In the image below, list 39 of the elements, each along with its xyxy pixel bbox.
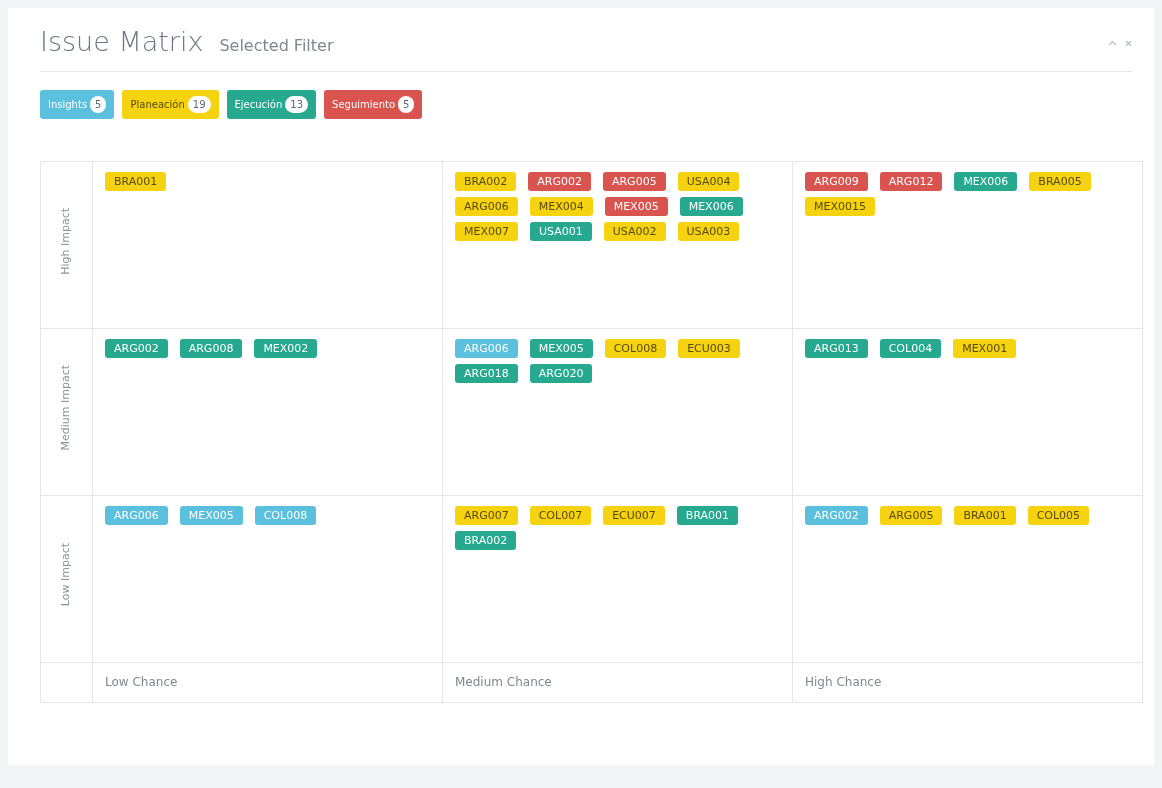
panel-title: Issue Matrix xyxy=(40,25,204,59)
issue-tag[interactable]: ARG007 xyxy=(455,505,518,525)
issue-tag[interactable]: MEX005 xyxy=(604,196,668,216)
column-label: Medium Chance xyxy=(442,662,793,702)
issue-tag[interactable]: ARG005 xyxy=(602,171,666,191)
issue-tag[interactable]: MEX001 xyxy=(953,338,1017,358)
issue-tag[interactable]: BRA002 xyxy=(455,171,517,191)
row-header: High Impact xyxy=(40,161,93,328)
close-icon[interactable] xyxy=(1125,39,1132,47)
column-label: Low Chance xyxy=(92,662,443,702)
filter-button[interactable]: Seguimiento 5 xyxy=(324,89,423,119)
issue-tag[interactable]: MEX007 xyxy=(455,221,518,242)
issue-tag[interactable]: COL007 xyxy=(529,505,592,525)
collapse-icon[interactable] xyxy=(1108,39,1117,46)
issue-tag[interactable]: BRA001 xyxy=(954,505,1016,525)
issue-tag[interactable]: ARG012 xyxy=(879,171,943,191)
filter-button[interactable]: Planeación 19 xyxy=(122,89,219,119)
issue-tag[interactable]: USA003 xyxy=(677,221,740,242)
filter-button[interactable]: Insights 5 xyxy=(40,89,115,119)
issue-tag[interactable]: ECU003 xyxy=(678,338,740,358)
issue-tag[interactable]: ARG009 xyxy=(805,171,868,191)
issue-tag[interactable]: ARG006 xyxy=(455,196,518,216)
issue-tag[interactable]: ECU007 xyxy=(603,505,665,525)
issue-tag[interactable]: MEX0015 xyxy=(805,196,875,216)
corner-cell xyxy=(40,662,93,702)
issue-tag[interactable]: BRA001 xyxy=(105,171,167,191)
filter-button[interactable]: Ejecución 13 xyxy=(226,89,317,119)
column-label: High Chance xyxy=(792,662,1143,702)
issue-tag[interactable]: BRA005 xyxy=(1029,171,1091,191)
issue-tag[interactable]: MEX004 xyxy=(529,196,593,216)
issue-tag[interactable]: USA004 xyxy=(677,171,740,191)
issue-tag[interactable]: USA002 xyxy=(603,221,666,242)
issue-tag[interactable]: COL008 xyxy=(604,338,667,358)
issue-tag[interactable]: COL005 xyxy=(1027,505,1090,525)
issue-tag[interactable]: ARG005 xyxy=(879,505,943,525)
row-header: Low Impact xyxy=(40,495,93,662)
row-header: Medium Impact xyxy=(40,328,93,495)
panel-subtitle: Selected Filter xyxy=(219,35,334,57)
issue-tag[interactable]: ARG002 xyxy=(528,171,591,191)
